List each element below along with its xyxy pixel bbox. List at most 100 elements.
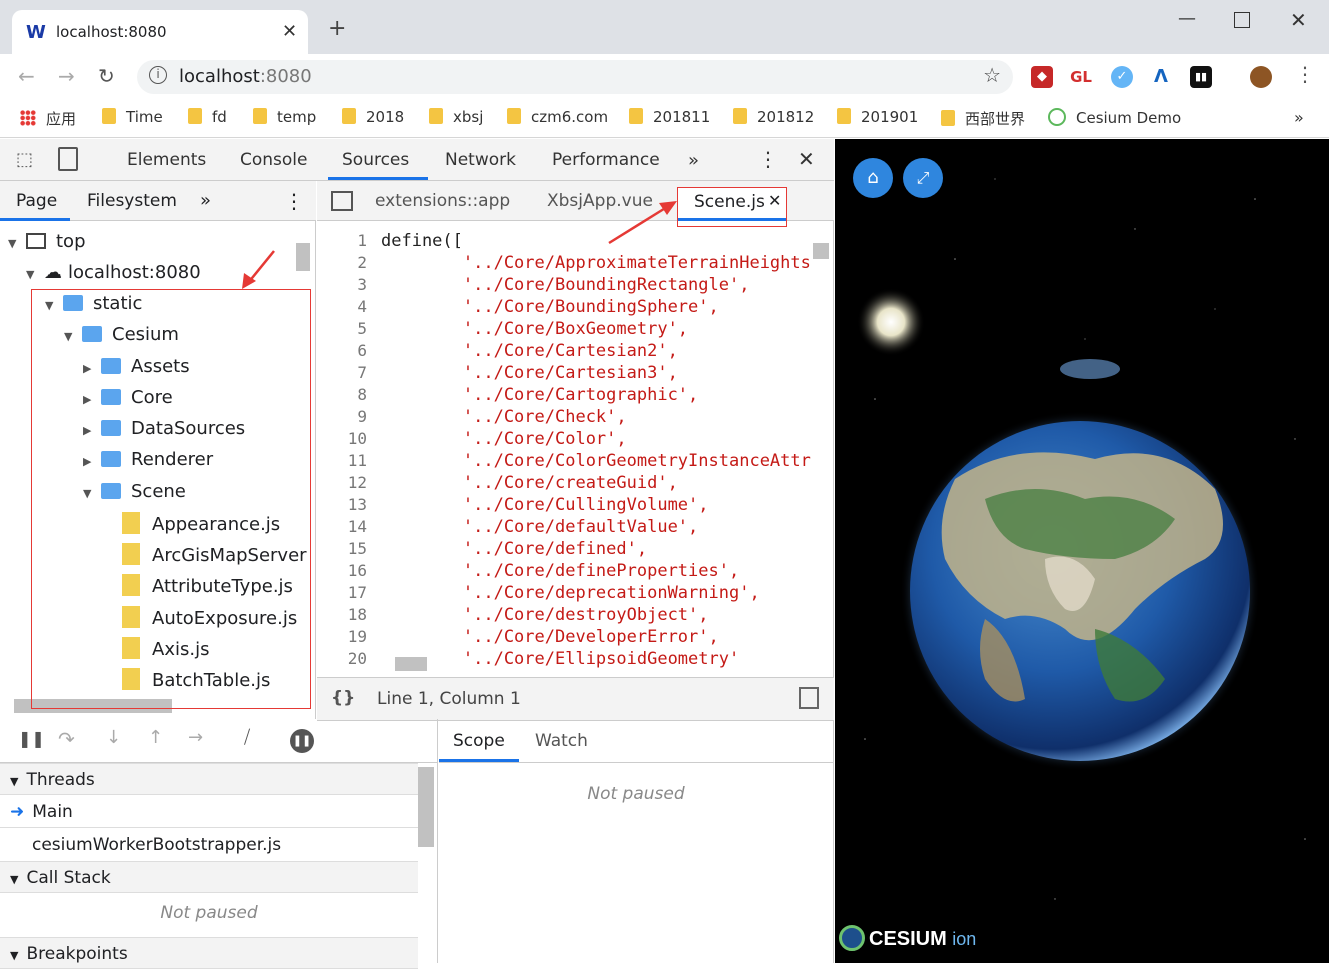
bookmarks-overflow-icon[interactable]: » [1294,108,1304,127]
step-icon[interactable]: → [188,727,203,748]
tree-item-top[interactable]: ▼ top [8,231,86,252]
step-over-icon[interactable]: ↷ [58,727,75,751]
step-into-icon[interactable]: ↓ [106,727,121,748]
line-number: 8 [357,385,367,404]
toggle-navigator-icon[interactable] [331,191,353,211]
browser-menu-icon[interactable]: ⋮ [1295,62,1315,86]
bookmark-item[interactable]: 201901 [837,108,918,126]
tab-scope[interactable]: Scope [453,731,505,751]
deactivate-breakpoints-icon[interactable]: ⧸ [244,727,250,748]
tab-network[interactable]: Network [445,150,516,170]
navigator-tabs: Page Filesystem » ⋮ [0,181,316,221]
bookmark-item[interactable]: temp [253,108,316,126]
home-button[interactable]: ⌂ [853,158,893,198]
threads-section-header[interactable]: ▼ Threads [0,763,418,795]
extension-angular-icon[interactable]: Λ [1150,66,1172,88]
pause-on-exceptions-icon[interactable]: ❚❚ [290,729,314,753]
pause-icon[interactable]: ❚❚ [18,729,45,748]
code-line: '../Core/ApproximateTerrainHeights [381,253,811,273]
tab-close-icon[interactable]: ✕ [282,21,297,42]
editor-vertical-scrollbar[interactable] [813,243,829,259]
navigator-menu-icon[interactable]: ⋮ [284,189,304,213]
forward-icon[interactable]: → [58,64,75,88]
bookmark-item[interactable]: 201812 [733,108,814,126]
debugger-scrollbar[interactable] [418,767,434,847]
code-line: '../Core/DeveloperError', [381,627,719,647]
back-icon[interactable]: ← [18,64,35,88]
line-number: 11 [347,451,367,470]
tab-elements[interactable]: Elements [127,150,206,170]
debugger-toolbar: ❚❚ ↷ ↓ ↑ → ⧸ ❚❚ [0,719,438,763]
extension-gl-icon[interactable]: GL [1070,66,1092,88]
callstack-section-header[interactable]: ▼ Call Stack [0,861,418,893]
scope-tab-indicator [439,759,519,762]
fullscreen-button[interactable]: ⤢ [903,158,943,198]
devtools-close-icon[interactable]: ✕ [798,147,815,171]
browser-tab[interactable]: W localhost:8080 ✕ [12,10,308,54]
bookmark-item[interactable]: 2018 [342,108,404,126]
address-bar[interactable]: i localhost:8080 ☆ [137,60,1013,94]
tab-performance[interactable]: Performance [552,150,660,170]
reload-icon[interactable]: ↻ [98,64,115,88]
scope-watch-tabs: Scope Watch [439,719,833,763]
globe-scene[interactable] [835,139,1329,963]
line-number: 14 [347,517,367,536]
tab-console[interactable]: Console [240,150,308,170]
new-tab-button[interactable]: + [328,16,346,41]
tab-filesystem[interactable]: Filesystem [87,191,177,211]
cesium-ion-logo[interactable]: CESIUM ion [839,925,976,951]
thread-item[interactable]: cesiumWorkerBootstrapper.js [0,828,418,861]
devtools-panel: ⬚ Elements Console Sources Network Perfo… [0,139,834,969]
toggle-debugger-icon[interactable] [799,687,819,709]
thread-item-main[interactable]: ➜ Main [0,795,418,828]
bookmark-item[interactable]: 201811 [629,108,710,126]
bookmark-item[interactable]: 西部世界 [941,108,1025,129]
bookmark-item[interactable]: fd [188,108,227,126]
tree-item-localhost[interactable]: ▼ ☁ localhost:8080 [26,262,201,283]
editor-tab-close-icon[interactable]: ✕ [768,191,781,210]
code-view[interactable]: 1 define([ 2 '../Core/ApproximateTerrainH… [317,221,817,696]
profile-avatar[interactable] [1250,66,1272,88]
annotation-arrow-icon [242,250,275,289]
extension-blue-icon[interactable]: ✓ [1111,66,1133,88]
line-number: 1 [357,231,367,250]
more-tabs-icon[interactable]: » [688,150,699,171]
site-info-icon[interactable]: i [149,66,167,84]
line-number: 20 [347,649,367,668]
window-close-icon[interactable]: ✕ [1290,8,1307,32]
navigator-panel: Page Filesystem » ⋮ ▼ top ▼ ☁ localhost:808… [0,181,316,719]
callstack-status: Not paused [160,903,258,923]
editor-tab[interactable]: extensions::app [375,191,510,211]
bookmark-star-icon[interactable]: ☆ [983,63,1001,87]
cesium-viewer[interactable]: ⌂ ⤢ CESIUM ion [835,139,1329,963]
devtools-menu-icon[interactable]: ⋮ [758,147,778,171]
step-out-icon[interactable]: ↑ [148,727,163,748]
extension-black-icon[interactable]: ▮▮ [1190,66,1212,88]
editor-horizontal-scrollbar[interactable] [395,657,427,671]
tab-page[interactable]: Page [16,191,57,211]
bookmark-item[interactable]: xbsj [429,108,483,126]
inspect-element-icon[interactable]: ⬚ [16,149,33,170]
more-nav-tabs-icon[interactable]: » [200,190,211,211]
folder-icon [429,108,443,124]
bookmark-apps[interactable]: 应用 [20,108,76,129]
annotation-highlight-box [31,289,311,709]
navigator-vertical-scrollbar[interactable] [296,243,310,271]
tab-watch[interactable]: Watch [535,731,588,751]
code-line: '../Core/defineProperties', [381,561,740,581]
breakpoints-section-header[interactable]: ▼ Breakpoints [0,937,418,969]
device-toggle-icon[interactable] [58,147,78,171]
line-number: 5 [357,319,367,338]
maximize-icon[interactable] [1234,12,1250,28]
minimize-icon[interactable]: — [1178,8,1196,29]
tab-sources[interactable]: Sources [342,150,409,170]
pretty-print-button[interactable]: {} [331,688,355,708]
line-number: 9 [357,407,367,426]
bookmark-item[interactable]: Cesium Demo [1048,108,1181,127]
code-line: '../Core/EllipsoidGeometry' [381,649,740,669]
code-line: '../Core/defined', [381,539,648,559]
bookmark-item[interactable]: czm6.com [507,108,608,126]
bookmark-item[interactable]: Time [102,108,163,126]
extension-red-icon[interactable]: ◆ [1031,66,1053,88]
site-favicon-icon: W [26,22,46,43]
